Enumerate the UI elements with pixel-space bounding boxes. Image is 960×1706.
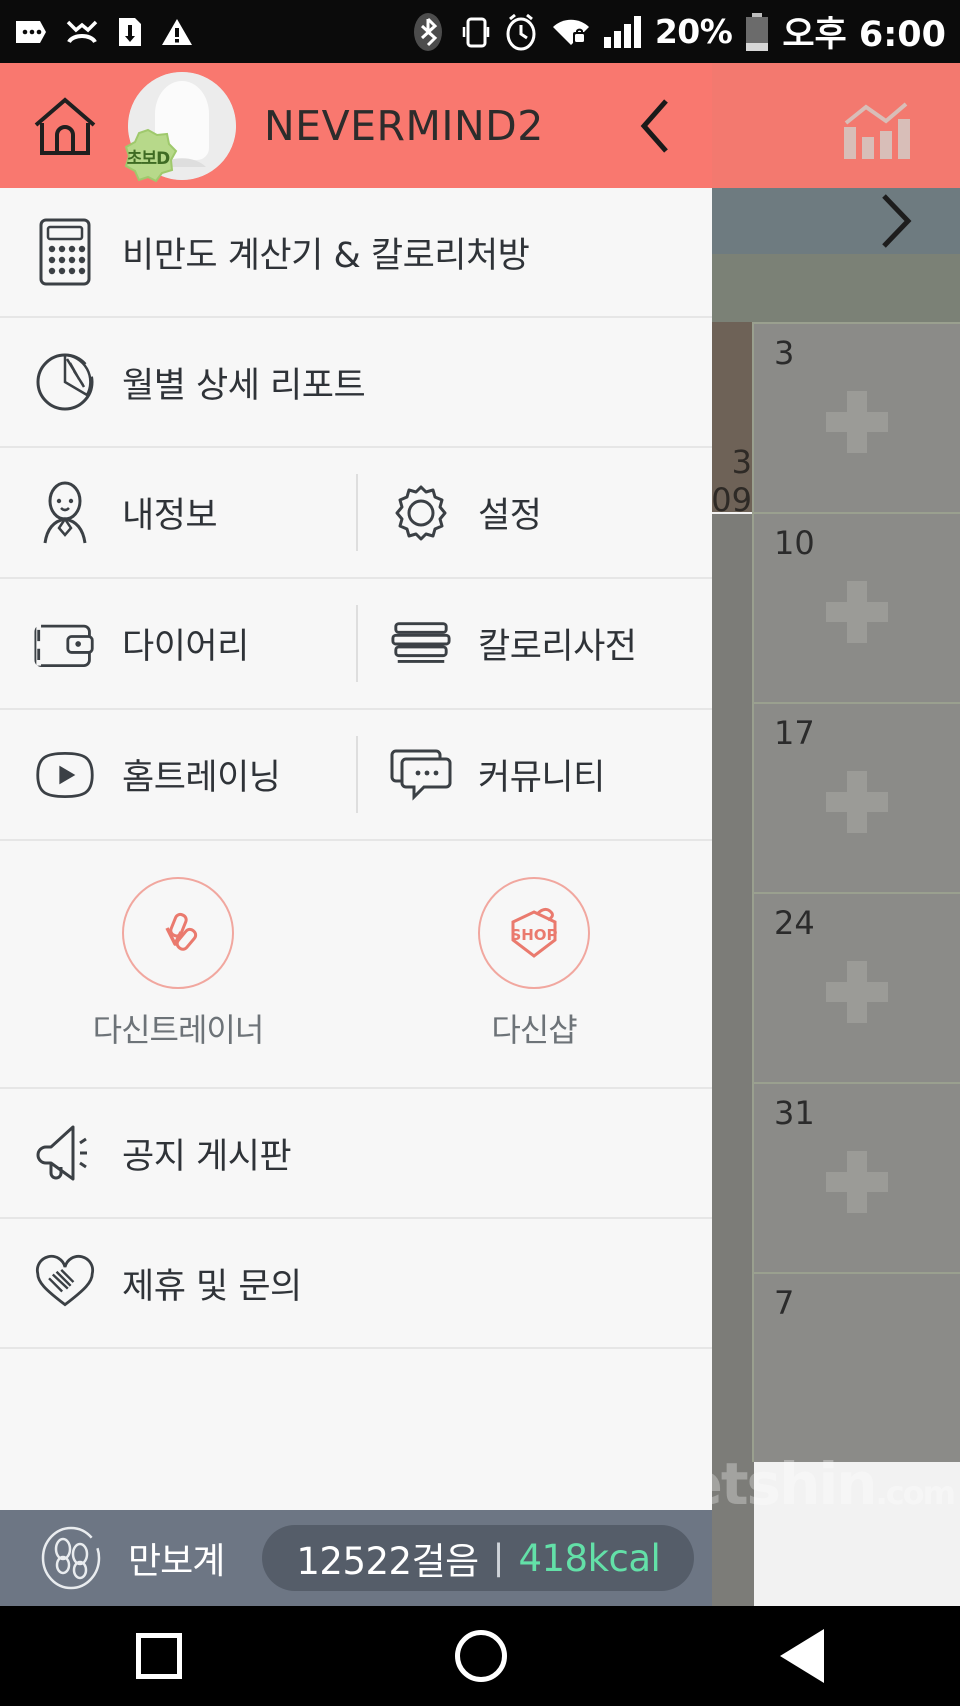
plus-icon[interactable]	[826, 770, 888, 833]
alarm-clock-icon	[506, 13, 536, 50]
status-bar: 20% 오후 6:00	[0, 0, 960, 63]
chevron-right-icon[interactable]	[874, 190, 918, 252]
calendar-cell[interactable]: 3	[752, 322, 960, 512]
status-bar-left-icons	[14, 16, 193, 48]
svg-text:SHOP: SHOP	[510, 926, 557, 944]
date-number: 24	[774, 904, 815, 942]
menu-item-diary[interactable]: 다이어리	[0, 579, 356, 708]
wallet-icon	[34, 617, 96, 671]
plus-icon[interactable]	[826, 1150, 888, 1213]
bluetooth-icon	[413, 12, 442, 51]
user-name: NEVERMIND2	[264, 101, 544, 150]
circle-icon[interactable]	[454, 1630, 507, 1682]
status-bar-right-icons: 20% 오후 6:00	[407, 6, 946, 57]
menu-item-home-training[interactable]: 홈트레이닝	[0, 710, 356, 839]
stats-separator: |	[492, 1538, 505, 1578]
shop-tag-icon: SHOP	[478, 877, 590, 989]
calendar-cell[interactable]: 10	[752, 512, 960, 702]
backdrop-date-grid: 3 10 17 24 31 7	[752, 322, 960, 1462]
menu-item-my-info[interactable]: 내정보	[0, 448, 356, 577]
chat-bubble-icon	[390, 747, 452, 803]
plus-icon[interactable]	[826, 580, 888, 643]
menu-item-label: 월별 상세 리포트	[122, 365, 366, 406]
square-icon[interactable]	[136, 1633, 183, 1679]
menu-item-calorie-dictionary[interactable]: 칼로리사전	[356, 579, 712, 708]
menu-item-label: 다이어리	[122, 627, 249, 667]
avatar-wrapper[interactable]: 초보D	[124, 71, 236, 182]
calorie-burn: 418kcal	[518, 1536, 661, 1580]
android-navigation-bar	[0, 1606, 960, 1706]
calendar-cell[interactable]: 7	[752, 1272, 960, 1462]
battery-icon	[746, 12, 769, 51]
promo-label: 다신트레이너	[92, 1011, 265, 1049]
signal-bars-icon	[603, 15, 641, 48]
calculator-icon	[34, 217, 96, 287]
person-icon	[34, 480, 96, 546]
promo-item-trainer[interactable]: 다신트레이너	[0, 841, 356, 1087]
sd-card-warning-icon	[119, 17, 141, 46]
chevron-left-icon[interactable]	[636, 97, 676, 155]
step-count: 12522걸음	[296, 1540, 479, 1583]
menu-item-label: 커뮤니티	[478, 758, 605, 798]
menu-item-settings[interactable]: 설정	[356, 448, 712, 577]
books-icon	[390, 619, 452, 669]
dumbbell-circle-icon	[122, 877, 234, 989]
level-badge: 초보D	[116, 128, 180, 186]
plus-icon[interactable]	[826, 390, 888, 453]
app-screen: 20% 오후 6:00 토 3094 3 10 17 24 31 7 diets…	[0, 0, 960, 1706]
plus-icon[interactable]	[826, 960, 888, 1023]
menu-row-training-community: 홈트레이닝 커뮤니티	[0, 710, 712, 841]
menu-item-label: 설정	[478, 496, 542, 536]
date-number: 7	[774, 1284, 795, 1322]
clock-label: 오후 6:00	[782, 15, 946, 55]
date-number: 31	[774, 1094, 815, 1132]
pedometer-label: 만보계	[128, 1541, 225, 1582]
menu-item-bmi-calculator[interactable]: 비만도 계산기 & 칼로리처방	[0, 188, 712, 318]
menu-item-notice-board[interactable]: 공지 게시판	[0, 1089, 712, 1219]
wifi-secure-icon	[552, 19, 589, 45]
menu-item-community[interactable]: 커뮤니티	[356, 710, 712, 839]
navigation-drawer: 초보D NEVERMIND2 비만도 계산기 & 칼로리처방 월별 상세 리포트	[0, 63, 712, 1606]
menu-item-partnership-inquiry[interactable]: 제휴 및 문의	[0, 1219, 712, 1349]
menu-item-label: 비만도 계산기 & 칼로리처방	[122, 235, 530, 276]
calendar-cell[interactable]: 31	[752, 1082, 960, 1272]
play-button-icon	[34, 749, 96, 801]
menu-item-label: 칼로리사전	[478, 627, 637, 667]
menu-item-label: 제휴 및 문의	[122, 1266, 302, 1307]
home-icon[interactable]	[32, 95, 98, 157]
gear-icon	[390, 482, 452, 544]
promo-item-shop[interactable]: SHOP 다신샵	[356, 841, 712, 1087]
badge-label: 초보D	[126, 149, 170, 169]
calendar-cell[interactable]: 24	[752, 892, 960, 1082]
sim-card-icon	[16, 20, 46, 43]
date-number: 3	[774, 334, 795, 372]
menu-item-label: 공지 게시판	[122, 1136, 292, 1177]
pie-chart-icon	[34, 351, 96, 413]
triangle-back-icon[interactable]	[779, 1629, 824, 1683]
handshake-heart-icon	[34, 1254, 96, 1312]
menu-row-diary-dictionary: 다이어리 칼로리사전	[0, 579, 712, 710]
calendar-cell[interactable]: 17	[752, 702, 960, 892]
promo-label: 다신샵	[491, 1011, 577, 1049]
pedometer-stats-pill: 12522걸음 | 418kcal	[262, 1525, 695, 1591]
date-number: 10	[774, 524, 815, 562]
menu-item-monthly-report[interactable]: 월별 상세 리포트	[0, 318, 712, 448]
battery-percent-label: 20%	[654, 12, 733, 51]
warning-triangle-icon	[162, 18, 192, 45]
menu-row-profile-settings: 내정보 설정	[0, 448, 712, 579]
megaphone-icon	[34, 1121, 96, 1185]
menu-item-label: 홈트레이닝	[122, 758, 281, 798]
watermark-suffix: .com	[875, 1474, 956, 1512]
vibrate-icon	[462, 17, 490, 47]
menu-item-label: 내정보	[122, 496, 218, 536]
drawer-header: 초보D NEVERMIND2	[0, 63, 712, 188]
footsteps-icon	[41, 1526, 101, 1590]
call-missed-icon	[66, 20, 98, 43]
promo-row: 다신트레이너 SHOP 다신샵	[0, 841, 712, 1089]
pedometer-bar[interactable]: 만보계 12522걸음 | 418kcal	[0, 1510, 712, 1606]
bar-chart-icon[interactable]	[840, 101, 912, 163]
date-number: 17	[774, 714, 815, 752]
